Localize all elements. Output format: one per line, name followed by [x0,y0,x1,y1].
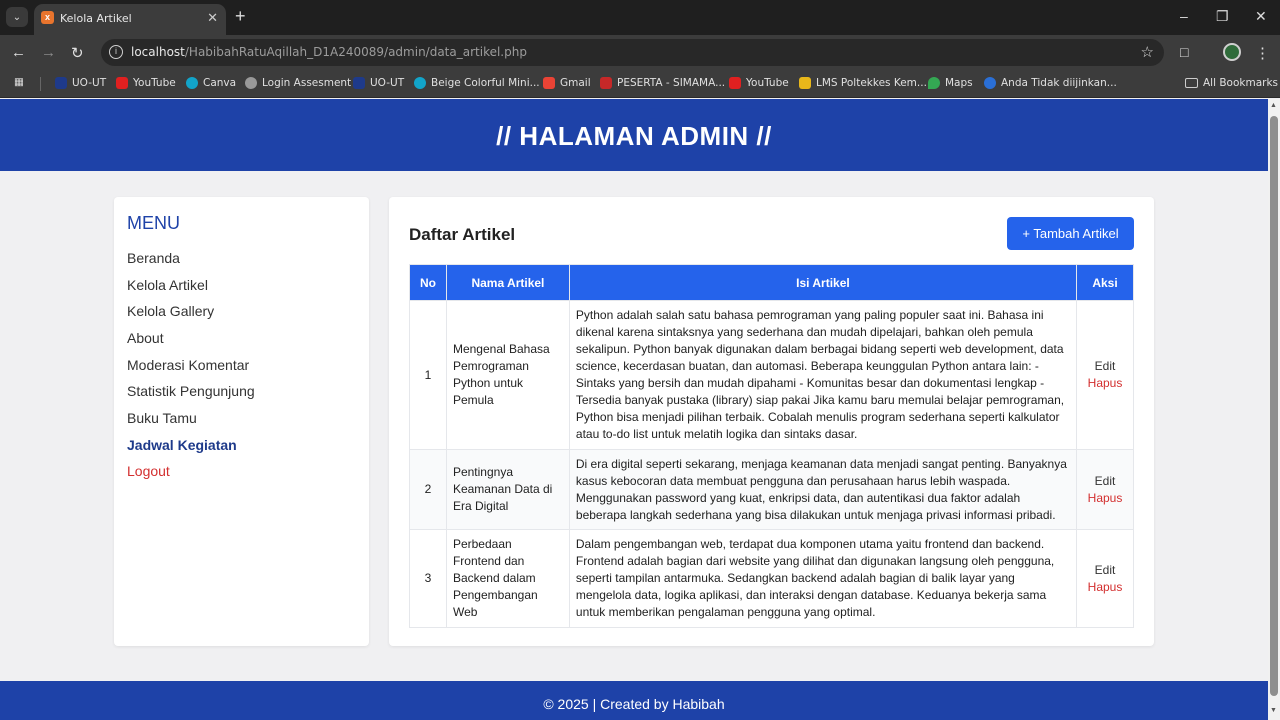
column-header: No [409,264,447,301]
uo-ut-icon [353,77,365,89]
gmail-icon [543,77,555,89]
profile-avatar[interactable] [1223,43,1241,61]
url-text: localhost/HabibahRatuAqillah_D1A240089/a… [131,45,527,59]
table-header-row: No Nama Artikel Isi Artikel Aksi [409,264,1134,301]
youtube-icon [116,77,128,89]
extensions-icon[interactable]: □ [1180,44,1188,60]
sidebar-item-statistik-pengunjung[interactable]: Statistik Pengunjung [127,383,255,399]
actions-cell: Edit Hapus [1076,529,1134,628]
sidebar-item-beranda[interactable]: Beranda [127,250,180,266]
edit-link[interactable]: Edit [1083,562,1127,579]
sidebar-item-moderasi-komentar[interactable]: Moderasi Komentar [127,357,249,373]
globe-icon [245,77,257,89]
main-content: Daftar Artikel + Tambah Artikel No Nama … [389,197,1154,646]
tab-title: Kelola Artikel [60,12,132,25]
bookmark-item[interactable]: Canva [186,77,236,89]
edit-link[interactable]: Edit [1083,358,1127,375]
sidebar-item-kelola-gallery[interactable]: Kelola Gallery [127,303,214,319]
add-article-button[interactable]: + Tambah Artikel [1007,217,1134,250]
close-window-icon[interactable]: ✕ [1255,8,1267,25]
tab-list-icon[interactable]: ⌄ [6,7,28,27]
browser-toolbar: ← → ↻ i localhost/HabibahRatuAqillah_D1A… [0,35,1280,70]
bookmark-item[interactable]: Anda Tidak diijinkan... [984,77,1117,89]
back-icon[interactable]: ← [11,44,26,61]
close-tab-icon[interactable]: ✕ [207,10,218,26]
table-row: 1 Mengenal Bahasa Pemrograman Python unt… [409,300,1134,450]
sidebar-item-jadwal-kegiatan[interactable]: Jadwal Kegiatan [127,437,237,453]
browser-tab-bar: ⌄ x Kelola Artikel ✕ + – ❐ ✕ [0,0,1280,35]
menu-title: MENU [127,213,180,233]
article-content: Python adalah salah satu bahasa pemrogra… [568,300,1078,450]
simama-icon [600,77,612,89]
scroll-down-icon[interactable]: ▼ [1270,707,1277,714]
sidebar-item-buku-tamu[interactable]: Buku Tamu [127,410,197,426]
delete-link[interactable]: Hapus [1083,490,1127,507]
delete-link[interactable]: Hapus [1083,375,1127,392]
edit-link[interactable]: Edit [1083,473,1127,490]
bookmark-item[interactable]: Maps [928,77,973,89]
articles-table: No Nama Artikel Isi Artikel Aksi 1 Menge… [409,264,1134,628]
sidebar-item-kelola-artikel[interactable]: Kelola Artikel [127,277,208,293]
delete-link[interactable]: Hapus [1083,579,1127,596]
page-viewport: // HALAMAN ADMIN // MENU Beranda Kelola … [0,99,1268,720]
sidebar-item-about[interactable]: About [127,330,164,346]
browser-tab[interactable]: x Kelola Artikel ✕ [34,4,226,35]
bookmark-item[interactable]: Beige Colorful Mini... [414,77,540,89]
column-header: Isi Artikel [568,264,1078,301]
article-name: Pentingnya Keamanan Data di Era Digital [445,449,570,530]
column-header: Aksi [1076,264,1134,301]
forward-icon[interactable]: → [41,44,56,61]
reload-icon[interactable]: ↻ [71,44,84,62]
apps-icon[interactable]: ▦ [14,76,24,88]
youtube-icon [729,77,741,89]
bookmark-item[interactable]: PESERTA - SIMAMA... [600,77,725,89]
page-title: // HALAMAN ADMIN // [496,121,772,151]
address-bar[interactable]: i localhost/HabibahRatuAqillah_D1A240089… [101,39,1164,66]
bookmark-item[interactable]: UO-UT [353,77,404,89]
scrollbar-thumb[interactable] [1270,116,1278,696]
section-title: Daftar Artikel [409,225,516,244]
bookmark-star-icon[interactable]: ☆ [1141,43,1154,61]
more-menu-icon[interactable]: ⋮ [1255,44,1270,62]
canva-icon [414,77,426,89]
maps-icon [928,77,940,89]
sidebar: MENU Beranda Kelola Artikel Kelola Galle… [114,197,369,646]
row-number: 3 [409,529,447,628]
sidebar-item-logout[interactable]: Logout [127,463,170,479]
bookmark-item[interactable]: UO-UT [55,77,106,89]
minimize-icon[interactable]: – [1180,8,1188,24]
all-bookmarks[interactable]: All Bookmarks [1185,77,1278,89]
site-info-icon[interactable]: i [109,45,123,59]
page-scrollbar[interactable]: ▲ ▼ [1268,99,1280,720]
bookmark-item[interactable]: Login Assesment [245,77,351,89]
site-icon [984,77,996,89]
bookmark-item[interactable]: YouTube [116,77,176,89]
new-tab-icon[interactable]: + [235,7,246,25]
bookmarks-bar: ▦ UO-UT YouTube Canva Login Assesment UO… [0,70,1280,98]
row-number: 2 [409,449,447,530]
scroll-up-icon[interactable]: ▲ [1270,102,1277,109]
favicon-icon: x [41,11,54,24]
site-header: // HALAMAN ADMIN // [0,99,1268,171]
bookmarks-divider [40,77,41,91]
article-content: Dalam pengembangan web, terdapat dua kom… [568,529,1078,628]
bookmark-item[interactable]: LMS Poltekkes Kem... [799,77,927,89]
site-footer: © 2025 | Created by Habibah [0,681,1268,720]
folder-icon [1185,78,1198,88]
actions-cell: Edit Hapus [1076,449,1134,530]
table-row: 3 Perbedaan Frontend dan Backend dalam P… [409,529,1134,628]
article-content: Di era digital seperti sekarang, menjaga… [568,449,1078,530]
bookmark-item[interactable]: Gmail [543,77,591,89]
restore-icon[interactable]: ❐ [1216,8,1229,25]
table-row: 2 Pentingnya Keamanan Data di Era Digita… [409,449,1134,530]
actions-cell: Edit Hapus [1076,300,1134,450]
canva-icon [186,77,198,89]
bookmark-item[interactable]: YouTube [729,77,789,89]
column-header: Nama Artikel [445,264,570,301]
row-number: 1 [409,300,447,450]
uo-ut-icon [55,77,67,89]
article-name: Perbedaan Frontend dan Backend dalam Pen… [445,529,570,628]
lms-icon [799,77,811,89]
article-name: Mengenal Bahasa Pemrograman Python untuk… [445,300,570,450]
